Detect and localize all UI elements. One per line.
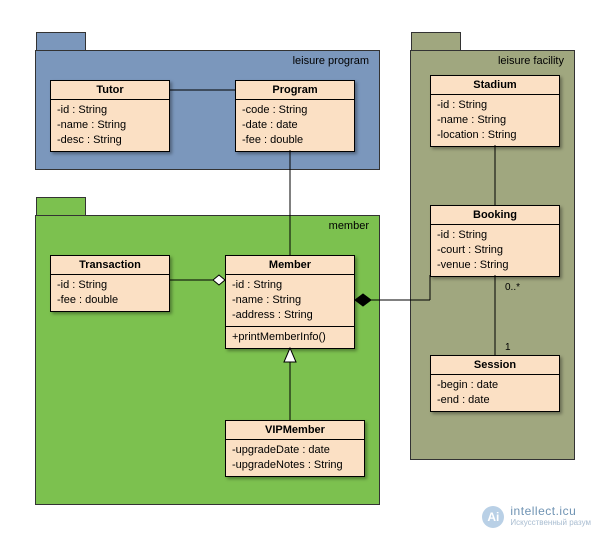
class-attributes: -id : String -fee : double (51, 275, 169, 311)
attr: -id : String (232, 278, 348, 293)
attr: -id : String (437, 228, 553, 243)
class-title: Tutor (51, 81, 169, 100)
class-title: Member (226, 256, 354, 275)
attr: -location : String (437, 128, 553, 143)
class-stadium: Stadium -id : String -name : String -loc… (430, 75, 560, 147)
class-program: Program -code : String -date : date -fee… (235, 80, 355, 152)
attr: -id : String (437, 98, 553, 113)
class-tutor: Tutor -id : String -name : String -desc … (50, 80, 170, 152)
attr: -id : String (57, 103, 163, 118)
attr: -id : String (57, 278, 163, 293)
class-attributes: -upgradeDate : date -upgradeNotes : Stri… (226, 440, 364, 476)
class-title: VIPMember (226, 421, 364, 440)
watermark-sub: Искусственный разум (510, 517, 591, 528)
attr: -venue : String (437, 258, 553, 273)
attr: -desc : String (57, 133, 163, 148)
watermark-text: intellect.icu Искусственный разум (510, 506, 591, 528)
class-attributes: -id : String -court : String -venue : St… (431, 225, 559, 276)
attr: -date : date (242, 118, 348, 133)
class-vipmember: VIPMember -upgradeDate : date -upgradeNo… (225, 420, 365, 477)
class-attributes: -code : String -date : date -fee : doubl… (236, 100, 354, 151)
class-operations: +printMemberInfo() (226, 326, 354, 348)
class-booking: Booking -id : String -court : String -ve… (430, 205, 560, 277)
class-title: Stadium (431, 76, 559, 95)
attr: -name : String (232, 293, 348, 308)
attr: -upgradeDate : date (232, 443, 358, 458)
package-tab (411, 32, 461, 50)
attr: -court : String (437, 243, 553, 258)
package-label: leisure program (293, 55, 369, 67)
op: +printMemberInfo() (232, 330, 348, 345)
class-title: Session (431, 356, 559, 375)
watermark-logo-icon: Ai (482, 506, 504, 528)
class-transaction: Transaction -id : String -fee : double (50, 255, 170, 312)
watermark: Ai intellect.icu Искусственный разум (482, 506, 591, 528)
attr: -end : date (437, 393, 553, 408)
watermark-brand: intellect.icu (510, 506, 591, 517)
class-attributes: -begin : date -end : date (431, 375, 559, 411)
class-session: Session -begin : date -end : date (430, 355, 560, 412)
class-member: Member -id : String -name : String -addr… (225, 255, 355, 349)
class-attributes: -id : String -name : String -address : S… (226, 275, 354, 326)
attr: -begin : date (437, 378, 553, 393)
uml-canvas: leisure program member leisure facility … (0, 0, 605, 540)
attr: -code : String (242, 103, 348, 118)
package-label: member (329, 220, 369, 232)
package-tab (36, 32, 86, 50)
attr: -fee : double (57, 293, 163, 308)
class-attributes: -id : String -name : String -desc : Stri… (51, 100, 169, 151)
attr: -name : String (437, 113, 553, 128)
class-title: Booking (431, 206, 559, 225)
package-tab (36, 197, 86, 215)
class-title: Transaction (51, 256, 169, 275)
class-attributes: -id : String -name : String -location : … (431, 95, 559, 146)
attr: -upgradeNotes : String (232, 458, 358, 473)
attr: -address : String (232, 308, 348, 323)
attr: -name : String (57, 118, 163, 133)
package-label: leisure facility (498, 55, 564, 67)
class-title: Program (236, 81, 354, 100)
attr: -fee : double (242, 133, 348, 148)
